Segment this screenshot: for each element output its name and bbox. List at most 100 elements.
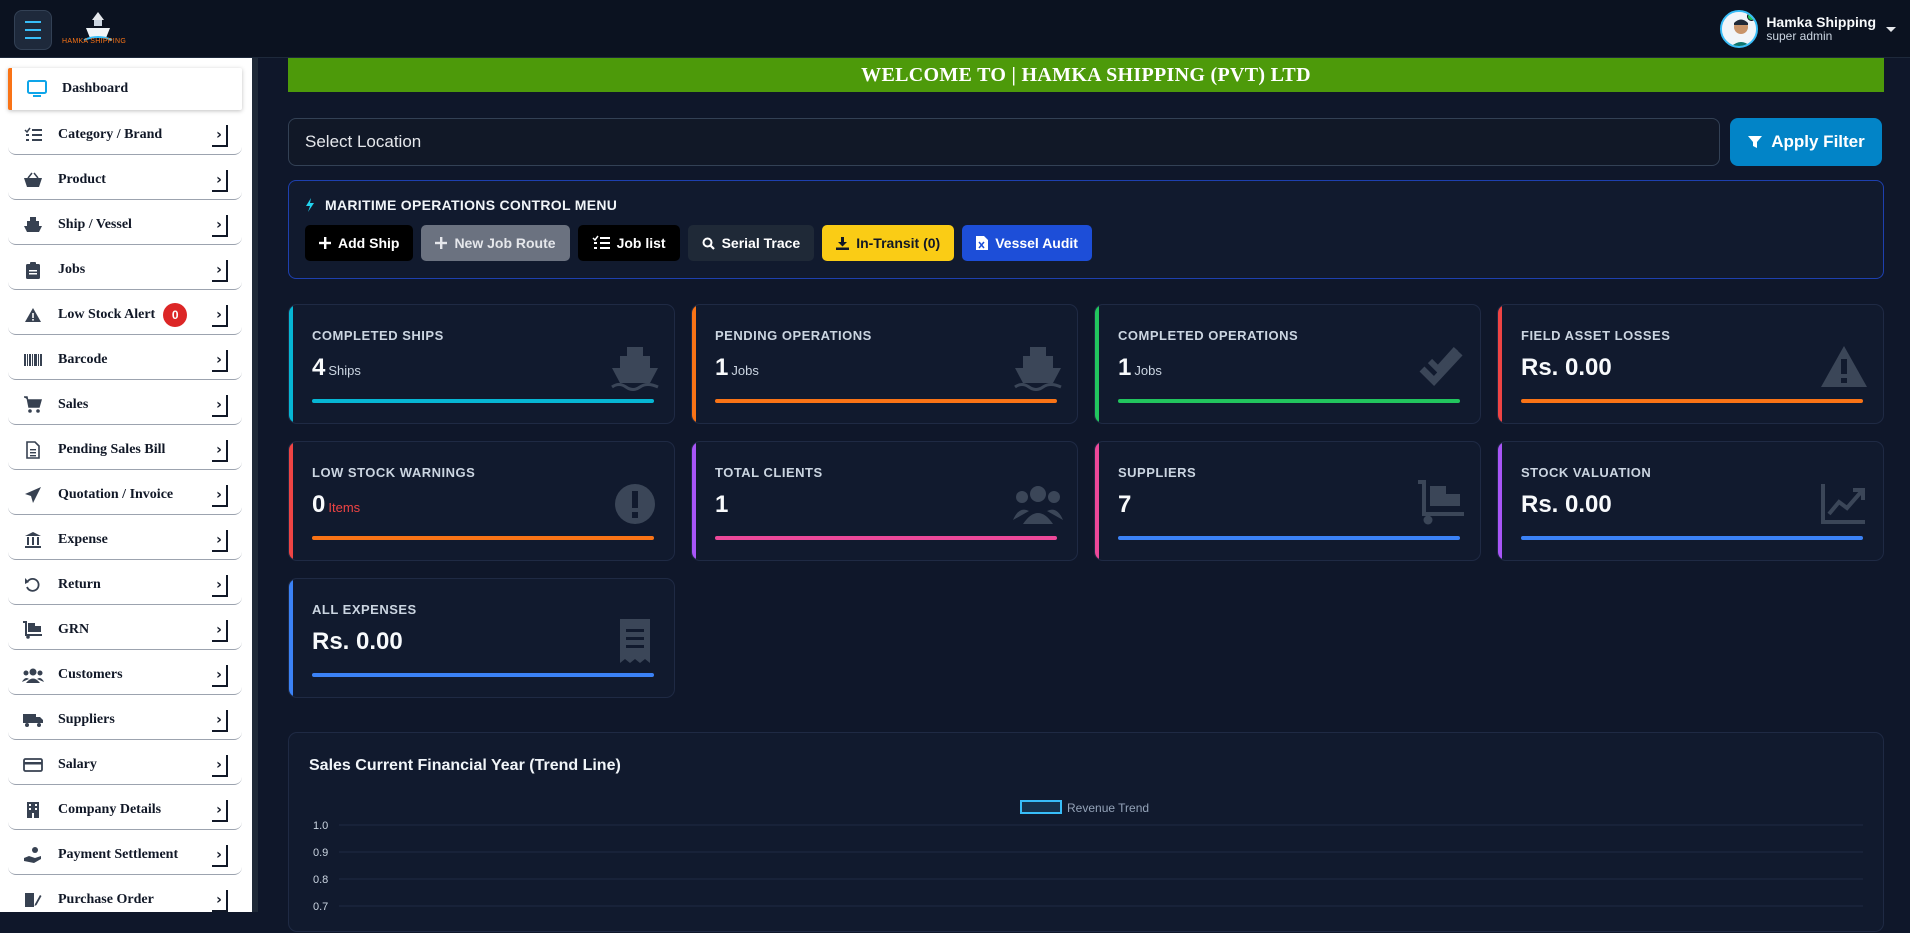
button-label: Serial Trace	[721, 235, 801, 251]
stat-number: Rs. 0.00	[1521, 491, 1612, 518]
chevron-right-icon[interactable]: ›	[212, 890, 228, 912]
sidebar-item-payment-settlement[interactable]: Payment Settlement ›	[8, 835, 242, 875]
chevron-right-icon[interactable]: ›	[212, 845, 228, 867]
sidebar-item-label: Low Stock Alert	[58, 306, 156, 322]
stat-card-completed-ships[interactable]: COMPLETED SHIPS 4 Ships	[288, 304, 675, 424]
sidebar-item-ship-vessel[interactable]: Ship / Vessel ›	[8, 205, 242, 245]
chevron-right-icon[interactable]: ›	[212, 260, 228, 282]
excel-file-icon	[976, 236, 989, 250]
undo-icon	[20, 576, 46, 594]
users-icon	[1013, 480, 1063, 528]
sidebar-item-jobs[interactable]: Jobs ›	[8, 250, 242, 290]
chevron-right-icon[interactable]: ›	[212, 440, 228, 462]
apply-filter-button[interactable]: Apply Filter	[1730, 118, 1882, 166]
main-content: WELCOME TO | HAMKA SHIPPING (PVT) LTD Se…	[288, 58, 1884, 699]
avatar[interactable]	[1720, 10, 1759, 48]
stat-unit: Ships	[328, 363, 361, 378]
sidebar-item-category-brand[interactable]: Category / Brand ›	[8, 115, 242, 155]
chevron-right-icon[interactable]: ›	[212, 620, 228, 642]
stat-card-low-stock-warnings[interactable]: LOW STOCK WARNINGS 0 Items	[288, 441, 675, 561]
card-accent	[1095, 442, 1099, 560]
stat-card-completed-operations[interactable]: COMPLETED OPERATIONS 1 Jobs	[1094, 304, 1481, 424]
stat-progress-bar	[312, 399, 654, 403]
chevron-right-icon[interactable]: ›	[212, 395, 228, 417]
low-stock-badge: 0	[163, 302, 188, 327]
stat-value: 0 Items	[312, 491, 360, 519]
warning-icon	[20, 307, 46, 323]
stat-value: Rs. 0.00	[1521, 491, 1612, 519]
stat-card-suppliers[interactable]: SUPPLIERS 7	[1094, 441, 1481, 561]
card-accent	[289, 579, 293, 697]
stat-value: 1 Jobs	[715, 354, 759, 382]
chevron-right-icon[interactable]: ›	[212, 350, 228, 372]
online-status-dot	[1747, 12, 1757, 21]
chevron-right-icon[interactable]: ›	[212, 170, 228, 192]
new-job-route-button[interactable]: New Job Route	[421, 225, 570, 261]
y-tick-label: 0.7	[313, 901, 328, 913]
sidebar-item-suppliers[interactable]: Suppliers ›	[8, 700, 242, 740]
stat-unit: Jobs	[731, 363, 759, 378]
sidebar-item-purchase-order[interactable]: Purchase Order ›	[8, 880, 242, 912]
stat-number: 4	[312, 354, 326, 381]
vessel-audit-button[interactable]: Vessel Audit	[962, 225, 1092, 261]
sidebar-item-label: Quotation / Invoice	[58, 486, 174, 502]
exclamation-circle-icon	[610, 480, 660, 528]
stat-card-all-expenses[interactable]: ALL EXPENSES Rs. 0.00	[288, 578, 675, 698]
sidebar-item-return[interactable]: Return ›	[8, 565, 242, 605]
logo-text: HAMKA SHIPPING	[62, 38, 127, 45]
sidebar-item-salary[interactable]: Salary ›	[8, 745, 242, 785]
user-menu[interactable]: Hamka Shipping super admin	[1720, 9, 1896, 49]
stat-card-field-asset-losses[interactable]: FIELD ASSET LOSSES Rs. 0.00	[1497, 304, 1884, 424]
stat-card-pending-operations[interactable]: PENDING OPERATIONS 1 Jobs	[691, 304, 1078, 424]
chevron-right-icon[interactable]: ›	[212, 485, 228, 507]
chevron-right-icon[interactable]: ›	[212, 755, 228, 777]
ops-button-group: Add Ship New Job Route Job list Serial Trac…	[305, 225, 1867, 261]
stat-progress-bar	[715, 536, 1057, 540]
chevron-right-icon[interactable]: ›	[212, 575, 228, 597]
sidebar-item-expense[interactable]: Expense ›	[8, 520, 242, 560]
stat-card-total-clients[interactable]: TOTAL CLIENTS 1	[691, 441, 1078, 561]
sidebar-item-quotation-invoice[interactable]: Quotation / Invoice ›	[8, 475, 242, 515]
sidebar-item-customers[interactable]: Customers ›	[8, 655, 242, 695]
user-info[interactable]: Hamka Shipping super admin	[1766, 14, 1876, 44]
stat-title: COMPLETED OPERATIONS	[1118, 328, 1299, 343]
stat-cards: COMPLETED SHIPS 4 Ships PENDING OPERATIONS 1…	[288, 304, 1884, 699]
stat-progress-bar	[1521, 536, 1863, 540]
stat-card-stock-valuation[interactable]: STOCK VALUATION Rs. 0.00	[1497, 441, 1884, 561]
chevron-right-icon[interactable]: ›	[212, 800, 228, 822]
sidebar-item-sales[interactable]: Sales ›	[8, 385, 242, 425]
sidebar-item-company-details[interactable]: Company Details ›	[8, 790, 242, 830]
chevron-right-icon[interactable]: ›	[212, 665, 228, 687]
serial-trace-button[interactable]: Serial Trace	[687, 225, 815, 261]
sidebar-item-dashboard[interactable]: Dashboard	[8, 68, 242, 110]
chevron-right-icon[interactable]: ›	[212, 125, 228, 147]
sidebar-scrollbar[interactable]	[252, 58, 258, 912]
document-icon	[20, 440, 46, 459]
chevron-right-icon[interactable]: ›	[212, 215, 228, 237]
sidebar-item-grn[interactable]: GRN ›	[8, 610, 242, 650]
add-ship-button[interactable]: Add Ship	[305, 225, 414, 261]
plus-icon	[319, 237, 331, 249]
chevron-right-icon[interactable]: ›	[212, 305, 228, 327]
job-list-button[interactable]: Job list	[577, 225, 680, 261]
list-icon	[20, 127, 46, 143]
menu-toggle-button[interactable]	[14, 10, 52, 50]
sidebar-item-barcode[interactable]: Barcode ›	[8, 340, 242, 380]
caret-down-icon[interactable]	[1886, 26, 1896, 32]
chevron-right-icon[interactable]: ›	[212, 710, 228, 732]
chevron-right-icon[interactable]: ›	[212, 530, 228, 552]
users-icon	[20, 667, 46, 683]
welcome-banner: WELCOME TO | HAMKA SHIPPING (PVT) LTD	[288, 58, 1884, 92]
stat-number: Rs. 0.00	[312, 628, 403, 655]
operations-control-menu: MARITIME OPERATIONS CONTROL MENU Add Shi…	[288, 180, 1884, 279]
in-transit-0-button[interactable]: In-Transit (0)	[822, 225, 955, 261]
card-accent	[289, 442, 293, 560]
sidebar-item-low-stock-alert[interactable]: Low Stock Alert 0 ›	[8, 295, 242, 335]
location-select[interactable]: Select Location	[288, 118, 1720, 166]
sidebar-item-product[interactable]: Product ›	[8, 160, 242, 200]
dolly-icon	[1416, 480, 1466, 528]
sidebar-item-label: Customers	[58, 666, 123, 682]
sidebar-item-label: Suppliers	[58, 711, 115, 727]
sidebar-item-pending-sales-bill[interactable]: Pending Sales Bill ›	[8, 430, 242, 470]
card-accent	[692, 305, 696, 423]
